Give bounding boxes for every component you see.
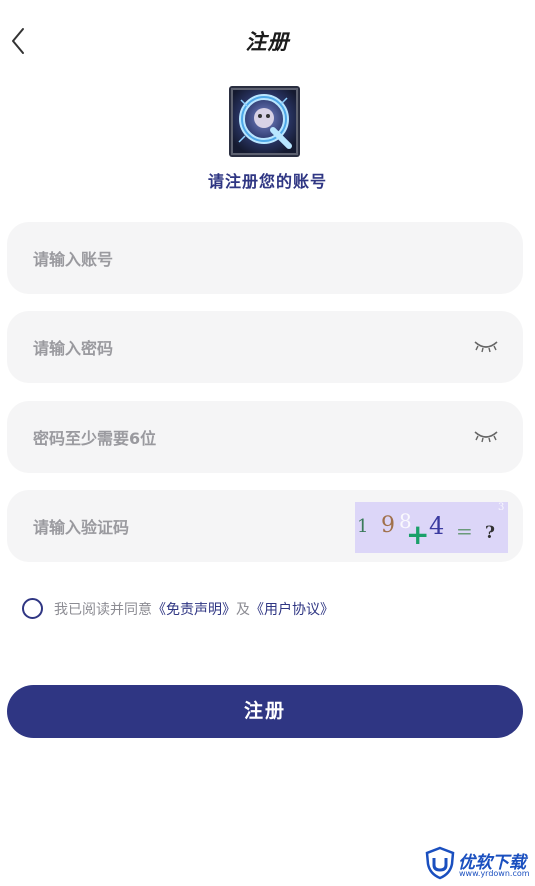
page-title: 注册 — [245, 30, 290, 54]
captcha-char: = — [456, 519, 473, 543]
eye-closed-icon — [474, 431, 498, 443]
captcha-noise: 3 — [498, 502, 504, 513]
agreement-and: 及 — [236, 602, 250, 618]
toggle-password-visibility-button[interactable] — [473, 338, 499, 354]
confirm-password-field — [7, 401, 523, 475]
password-field — [7, 311, 523, 385]
header: 注册 — [0, 0, 535, 82]
disclaimer-link[interactable]: 《免责声明》 — [152, 602, 236, 618]
captcha-field: 1 9 8 + 4 = ? 3 — [7, 490, 523, 564]
captcha-char: + — [406, 518, 429, 551]
captcha-char: 4 — [429, 512, 444, 540]
register-subtitle: 请注册您的账号 — [207, 172, 327, 191]
watermark-url: www.yrdown.com — [459, 869, 530, 878]
eye-closed-icon — [474, 341, 498, 353]
captcha-char: ? — [485, 523, 495, 543]
agreement-prefix: 我已阅读并同意 — [54, 602, 152, 618]
watermark: 优软下载 www.yrdown.com — [424, 846, 532, 882]
captcha-char: 9 — [381, 513, 395, 538]
account-field — [7, 222, 523, 296]
agreement-text: 我已阅读并同意《免责声明》及《用户协议》 — [54, 599, 334, 619]
captcha-char: 1 — [357, 516, 368, 537]
user-agreement-link[interactable]: 《用户协议》 — [250, 602, 334, 618]
account-input[interactable] — [31, 222, 335, 296]
password-input[interactable] — [31, 311, 335, 385]
register-button[interactable]: 注册 — [7, 685, 523, 738]
toggle-confirm-visibility-button[interactable] — [473, 428, 499, 444]
app-logo — [229, 86, 300, 157]
captcha-image[interactable]: 1 9 8 + 4 = ? 3 — [355, 502, 508, 553]
confirm-password-input[interactable] — [31, 401, 335, 475]
captcha-input[interactable] — [31, 490, 335, 564]
shield-icon — [425, 846, 455, 880]
agree-radio[interactable] — [22, 598, 43, 619]
